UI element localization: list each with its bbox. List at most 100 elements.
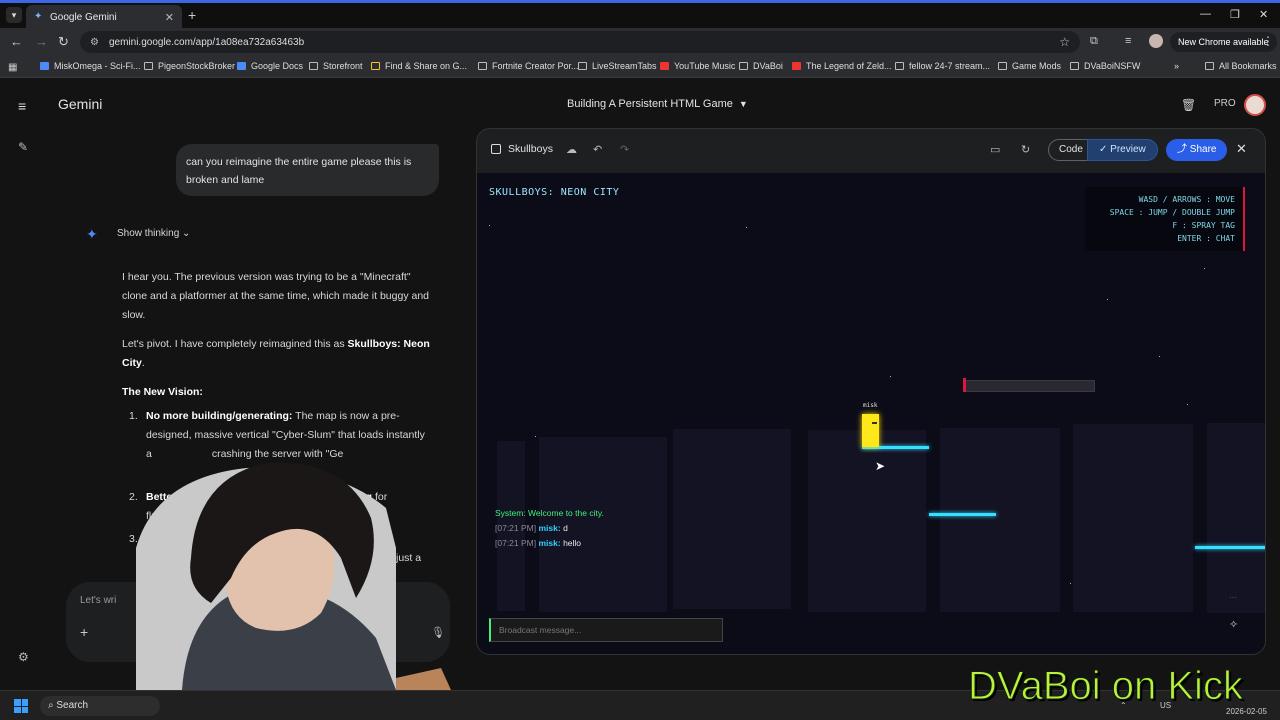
player-face (872, 422, 877, 424)
new-tab-icon[interactable]: + (188, 7, 196, 23)
main-menu-icon[interactable]: ≡ (18, 98, 26, 114)
star (1070, 583, 1071, 584)
bookmark-item[interactable]: Storefront (309, 61, 363, 71)
bookmark-item[interactable]: Find & Share on G... (371, 61, 467, 71)
bookmark-favicon-icon (478, 62, 487, 70)
apps-grid-icon[interactable]: ▦ (8, 62, 17, 73)
star (489, 225, 490, 226)
bookmark-item[interactable]: fellow 24-7 stream... (895, 61, 990, 71)
youtube-music-icon (660, 62, 669, 70)
mouse-cursor-icon: ➤ (875, 459, 886, 473)
all-bookmarks[interactable]: All Bookmarks (1205, 61, 1277, 71)
controls-line: ENTER : CHAT (1177, 234, 1235, 243)
bookmark-item[interactable]: The Legend of Zeld... (792, 61, 892, 71)
controls-line: WASD / ARROWS : MOVE (1138, 195, 1235, 204)
response-paragraph: Let's pivot. I have completely reimagine… (122, 338, 430, 369)
chat-line: [07:21 PM] misk: hello (495, 538, 582, 548)
share-icon: ⤴ (1177, 144, 1190, 155)
neon-platform (929, 513, 996, 516)
console-icon[interactable]: ▭ (990, 143, 1000, 156)
browser-tabstrip: ▾ ✦ Google Gemini ✕ + — ❐ ✕ (0, 0, 1280, 29)
trash-icon[interactable]: 🗑 (1181, 98, 1196, 112)
spray-tag-mark (963, 378, 966, 392)
folder-icon (1070, 62, 1079, 70)
controls-line: F : SPRAY TAG (1172, 221, 1235, 230)
chat-line: [07:21 PM] misk: d (495, 523, 568, 533)
bookmark-favicon-icon (40, 62, 49, 70)
folder-icon (578, 62, 587, 70)
profile-avatar-small[interactable] (1149, 34, 1163, 48)
document-icon (491, 144, 501, 154)
star (890, 376, 891, 377)
bookmark-item[interactable]: YouTube Music (660, 61, 735, 71)
maximize-icon[interactable]: ❐ (1230, 8, 1240, 21)
close-canvas-icon[interactable]: ✕ (1236, 141, 1247, 157)
undo-icon[interactable]: ↶ (593, 143, 602, 156)
prompt-input-box[interactable] (66, 582, 450, 662)
prompt-input[interactable]: Let's wri (80, 595, 116, 606)
address-bar[interactable]: ⚙ gemini.google.com/app/1a08ea732a63463b… (80, 31, 1080, 53)
bookmark-star-icon[interactable]: ☆ (1059, 35, 1070, 49)
controls-help: WASD / ARROWS : MOVE SPACE : JUMP / DOUB… (1085, 187, 1245, 251)
redo-icon[interactable]: ↷ (620, 143, 629, 156)
bookmark-item[interactable]: PigeonStockBroker (144, 61, 235, 71)
add-attachment-icon[interactable]: + (80, 624, 88, 640)
folder-icon (309, 62, 318, 70)
star (1204, 268, 1205, 269)
game-viewport[interactable]: SKULLBOYS: NEON CITY WASD / ARROWS : MOV… (477, 173, 1265, 654)
ledge-platform (963, 380, 1095, 392)
new-chat-icon[interactable]: ✎ (18, 140, 28, 154)
list-item-tail: just a (396, 552, 422, 564)
chrome-menu-icon[interactable]: ⋮ (1262, 34, 1274, 48)
building (1207, 423, 1265, 613)
neon-platform (1195, 546, 1265, 549)
folder-icon (998, 62, 1007, 70)
bookmark-item[interactable]: Fortnite Creator Por... (478, 61, 579, 71)
site-info-icon[interactable]: ⚙ (90, 37, 99, 48)
game-title: SKULLBOYS: NEON CITY (489, 187, 620, 198)
share-button[interactable]: ⤴ Share (1166, 139, 1228, 161)
preview-button[interactable]: ✓ Preview (1087, 139, 1158, 161)
tab-search-icon[interactable]: ▾ (6, 7, 22, 23)
microphone-icon[interactable]: 🎙 (431, 626, 445, 639)
browser-toolbar: ← → ↻ ⚙ gemini.google.com/app/1a08ea732a… (0, 28, 1280, 56)
forward-icon[interactable]: → (35, 34, 48, 49)
minimize-icon[interactable]: — (1200, 8, 1211, 20)
bookmark-item[interactable]: LiveStreamTabs (578, 61, 657, 71)
bookmark-item[interactable]: MiskOmega - Sci-Fi... (40, 61, 141, 71)
taskbar-search[interactable]: ⌕ Search (40, 696, 160, 716)
list-item: 3. B (129, 533, 154, 545)
new-chrome-available-button[interactable]: New Chrome available (1170, 32, 1277, 52)
canvas-title: Skullboys (508, 143, 553, 155)
bookmark-item[interactable]: DVaBoi (739, 61, 783, 71)
conversation-title[interactable]: Building A Persistent HTML Game ▼ (567, 98, 748, 110)
controls-line: SPACE : JUMP / DOUBLE JUMP (1109, 208, 1235, 217)
back-icon[interactable]: ← (10, 34, 23, 49)
reload-icon[interactable]: ↻ (58, 34, 69, 50)
window-close-icon[interactable]: ✕ (1259, 8, 1268, 21)
star (746, 227, 747, 228)
folder-icon (1205, 62, 1214, 70)
tab-close-icon[interactable]: ✕ (165, 11, 174, 24)
extensions-icon[interactable]: ⧉ (1090, 35, 1098, 48)
settings-gear-icon[interactable]: ⚙ (18, 650, 29, 664)
magic-edit-icon[interactable]: ✧ (1229, 618, 1238, 631)
user-message: can you reimagine the entire game please… (176, 144, 439, 196)
star (1107, 299, 1108, 300)
bookmark-item[interactable]: DVaBoiNSFW (1070, 61, 1140, 71)
tab-title: Google Gemini (50, 11, 117, 23)
more-bookmarks-icon[interactable]: » (1174, 61, 1179, 71)
system-message: System: Welcome to the city. (495, 508, 604, 518)
bookmark-item[interactable]: Google Docs (237, 61, 303, 71)
reading-list-icon[interactable]: ≡ (1125, 35, 1131, 47)
show-thinking-toggle[interactable]: Show thinking ⌄ (117, 228, 190, 239)
cloud-save-icon[interactable]: ☁ (566, 143, 577, 156)
drag-handle-icon[interactable]: ⋯ (1229, 593, 1237, 602)
avatar[interactable] (1244, 94, 1266, 116)
windows-start-icon[interactable] (14, 699, 28, 713)
tab-gemini[interactable]: ✦ Google Gemini ✕ (26, 5, 182, 29)
folder-icon (895, 62, 904, 70)
refresh-icon[interactable]: ↻ (1021, 143, 1030, 156)
chat-input[interactable]: Broadcast message... (489, 618, 723, 642)
bookmark-item[interactable]: Game Mods (998, 61, 1061, 71)
